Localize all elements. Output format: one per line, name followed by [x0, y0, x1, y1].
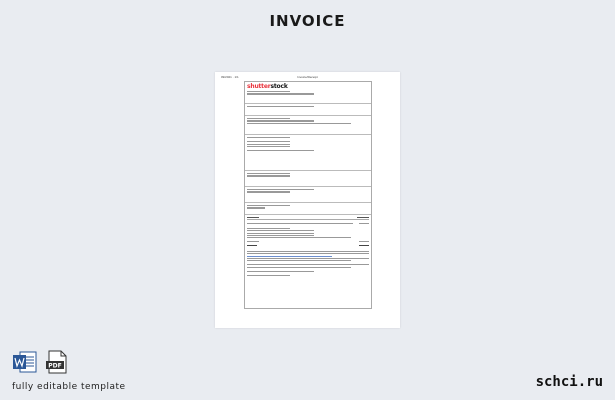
word-doc-icon [12, 350, 38, 374]
text-line [247, 234, 315, 236]
text-line [247, 207, 266, 209]
payment-section [245, 171, 371, 187]
text-line [247, 274, 290, 276]
text-line [247, 173, 290, 175]
payment-method-section [245, 187, 371, 203]
text-line [247, 137, 290, 139]
text-line [247, 266, 351, 268]
total-row [247, 244, 369, 247]
table-row [247, 221, 369, 224]
invoice-details-section [245, 116, 371, 135]
text-line [247, 237, 351, 239]
shutterstock-logo: shutterstock [247, 83, 288, 90]
template-caption: fully editable template [12, 382, 126, 392]
logo-section: shutterstock [245, 82, 371, 104]
text-line [247, 270, 315, 272]
text-line [247, 251, 369, 253]
status-section [245, 203, 371, 215]
text-line [247, 264, 369, 266]
text-line [247, 120, 315, 122]
preview-top-line: 09/2021 · 1/1 Invoice/Receipt [221, 75, 394, 80]
text-line [247, 149, 315, 152]
text-line [247, 205, 290, 207]
pdf-doc-icon: PDF [44, 350, 70, 374]
text-line [247, 106, 315, 108]
bill-to-section [245, 135, 371, 171]
pdf-icon-label: PDF [48, 363, 61, 370]
invoice-form: shutterstock [244, 81, 372, 309]
page-heading: INVOICE [269, 12, 346, 30]
text-line [247, 191, 290, 193]
invoice-preview-page: 09/2021 · 1/1 Invoice/Receipt shuttersto… [215, 72, 400, 328]
preview-doc-title: Invoice/Receipt [297, 75, 318, 79]
billed-from-section [245, 104, 371, 116]
format-icons: PDF [12, 350, 70, 374]
text-line [247, 141, 290, 143]
text-line [247, 260, 351, 262]
line-items-section [245, 215, 371, 310]
items-table-header [247, 216, 369, 221]
text-line [247, 118, 290, 120]
text-line [247, 230, 315, 232]
link-line [247, 255, 333, 257]
text-line [247, 145, 290, 147]
site-watermark: schci.ru [535, 374, 603, 390]
text-line [247, 91, 290, 93]
text-line [247, 189, 315, 191]
text-line [247, 253, 369, 255]
text-line [247, 257, 369, 260]
text-line [247, 227, 290, 230]
text-line [247, 122, 351, 124]
text-line [247, 232, 315, 234]
text-line [247, 175, 290, 177]
text-line [247, 93, 315, 95]
text-line [247, 143, 290, 145]
